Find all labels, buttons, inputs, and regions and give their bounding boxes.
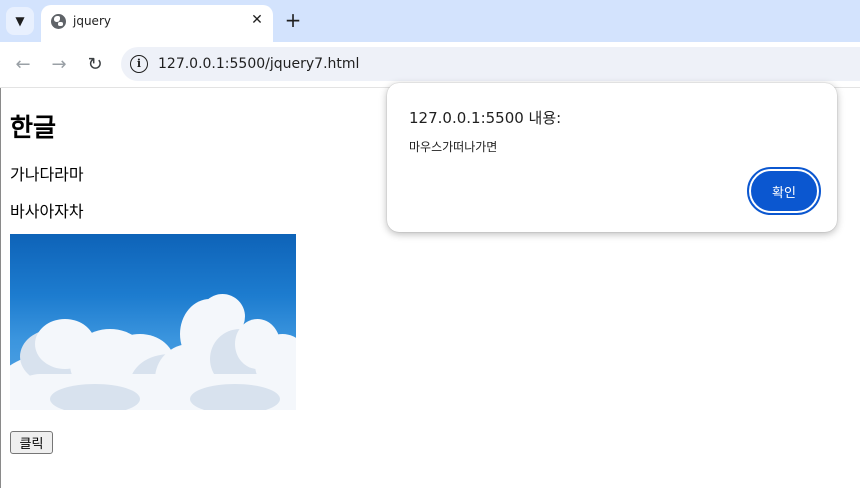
tab-jquery[interactable]: jquery ✕	[41, 5, 273, 42]
click-button[interactable]: 클릭	[10, 431, 53, 454]
chevron-down-icon: ▼	[15, 14, 25, 28]
reload-icon[interactable]: ↻	[82, 52, 108, 78]
browser-toolbar: ← → ↻ i 127.0.0.1:5500/jquery7.html	[0, 42, 860, 88]
close-icon[interactable]: ✕	[248, 11, 266, 29]
address-bar[interactable]: i 127.0.0.1:5500/jquery7.html	[121, 47, 860, 81]
page-heading: 한글	[10, 113, 57, 142]
sky-clouds-image	[10, 234, 296, 410]
ok-button[interactable]: 확인	[747, 167, 821, 215]
url-text[interactable]: 127.0.0.1:5500/jquery7.html	[158, 56, 359, 72]
info-icon[interactable]: i	[130, 55, 148, 73]
forward-arrow-icon[interactable]: →	[46, 52, 72, 78]
tab-title: jquery	[73, 14, 111, 28]
tab-strip: ▼ jquery ✕ +	[0, 0, 860, 42]
new-tab-button[interactable]: +	[282, 9, 304, 31]
paragraph-2: 바사아자차	[10, 202, 84, 221]
alert-dialog: 127.0.0.1:5500 내용: 마우스가떠나가면 확인	[387, 83, 837, 232]
dialog-message: 마우스가떠나가면	[409, 140, 498, 154]
tab-search-button[interactable]: ▼	[6, 7, 34, 35]
globe-icon	[51, 14, 66, 29]
dialog-title: 127.0.0.1:5500 내용:	[409, 109, 562, 127]
back-arrow-icon[interactable]: ←	[10, 52, 36, 78]
paragraph-1: 가나다라마	[10, 165, 84, 184]
